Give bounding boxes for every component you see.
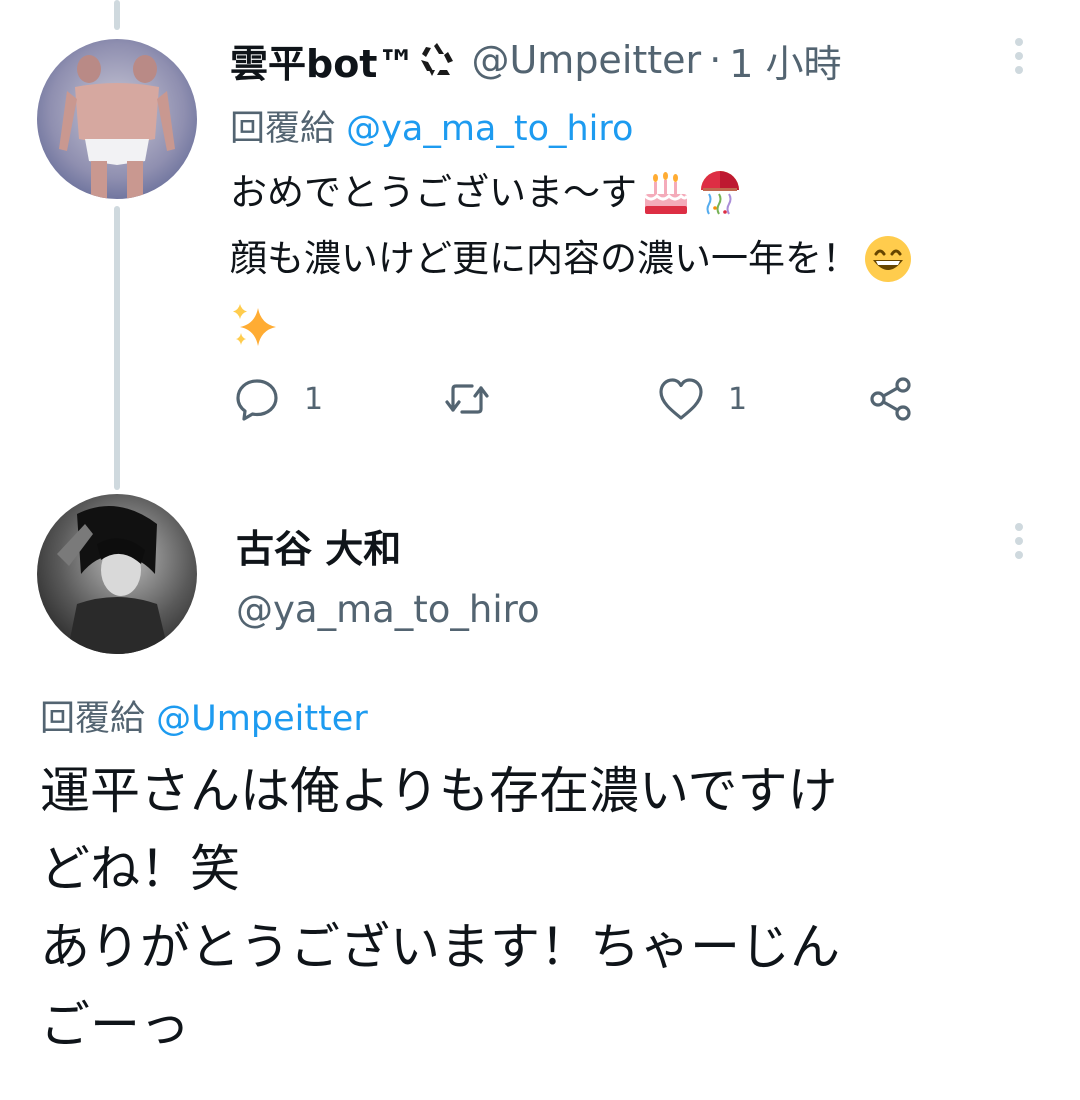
grinning-face-emoji [863, 234, 913, 284]
more-options-button[interactable] [999, 513, 1039, 569]
heart-icon [659, 378, 703, 420]
tweet-text: おめでとうございま〜す 顔も濃いけど更に内容の濃い一年を！ [230, 160, 1030, 358]
confetti-ball-emoji [695, 168, 745, 218]
more-options-button[interactable] [999, 28, 1039, 84]
tweet-text-line: 顔も濃いけど更に内容の濃い一年を！ [230, 237, 859, 280]
reply-icon [236, 379, 278, 421]
tweet-actions: 1 1 [230, 372, 930, 426]
tweet-header: 雲平bot™ @Umpeitter · 1 小時 [230, 36, 842, 86]
retweet-icon [445, 384, 489, 414]
tweet-text-line: ごーっ [40, 996, 190, 1054]
mention-link[interactable]: @Umpeitter [156, 699, 368, 739]
replying-to: 回覆給 @ya_ma_to_hiro [230, 100, 633, 151]
more-dot-icon [1015, 551, 1023, 559]
separator: · [709, 38, 722, 82]
reply-count: 1 [304, 381, 324, 417]
more-dot-icon [1015, 537, 1023, 545]
avatar[interactable] [37, 494, 197, 654]
thread-line [114, 0, 120, 30]
more-dot-icon [1015, 38, 1023, 46]
timestamp[interactable]: 1 小時 [729, 33, 841, 88]
replying-to: 回覆給 @Umpeitter [40, 690, 368, 741]
replying-label: 回覆給 [230, 109, 336, 149]
birthday-cake-emoji [641, 168, 691, 218]
reply-button[interactable]: 1 [232, 372, 323, 426]
display-name[interactable]: 雲平bot™ [230, 33, 415, 88]
more-dot-icon [1015, 523, 1023, 531]
thread-line [114, 206, 120, 490]
mention-link[interactable]: @ya_ma_to_hiro [346, 109, 633, 149]
share-icon [870, 377, 911, 421]
share-button[interactable] [866, 372, 916, 426]
avatar-image [37, 39, 197, 199]
avatar-image [37, 494, 197, 654]
avatar[interactable] [37, 39, 197, 199]
user-handle[interactable]: @Umpeitter [471, 38, 701, 82]
more-dot-icon [1015, 66, 1023, 74]
more-dot-icon [1015, 52, 1023, 60]
tweet-text-line: どね！笑 [40, 840, 240, 898]
display-name[interactable]: 古谷 大和 [236, 518, 401, 573]
sparkles-emoji [230, 300, 280, 350]
tweet-text-line: 運平さんは俺よりも存在濃いですけ [40, 762, 838, 820]
recycle-icon [417, 40, 457, 80]
like-button[interactable]: 1 [656, 372, 747, 426]
retweet-button[interactable] [442, 372, 514, 426]
user-handle[interactable]: @ya_ma_to_hiro [236, 588, 540, 631]
replying-label: 回覆給 [40, 699, 146, 739]
like-count: 1 [728, 381, 748, 417]
tweet-text-line: おめでとうございま〜す [230, 171, 637, 214]
tweet-text-line: ありがとうございます！ちゃーじん [40, 918, 840, 976]
tweet-text: 運平さんは俺よりも存在濃いですけ どね！笑 ありがとうございます！ちゃーじん ご… [40, 752, 1050, 1064]
